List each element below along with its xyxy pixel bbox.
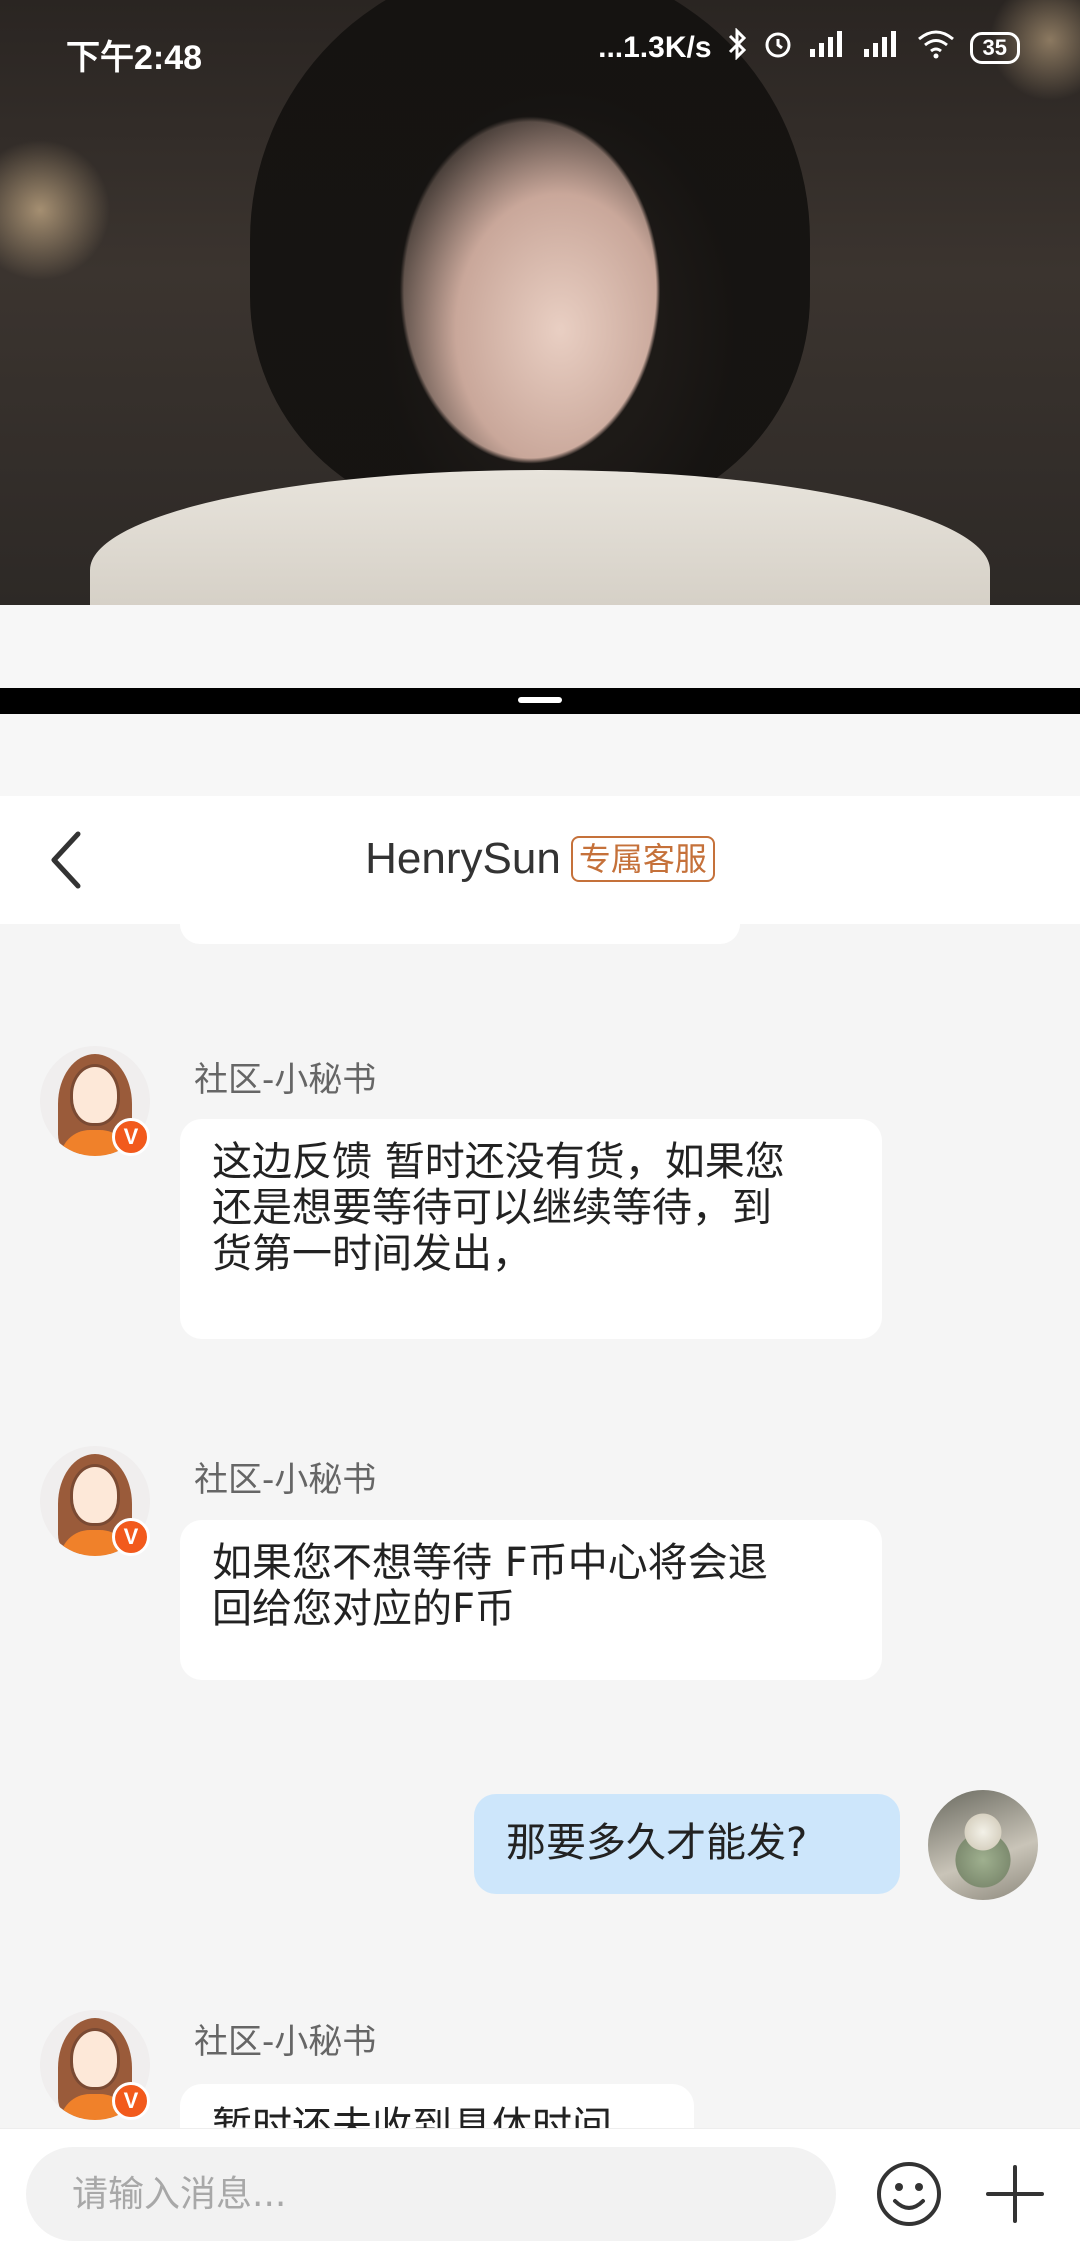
message-line: 这边反馈 暂时还没有货，如果您 [212, 1139, 785, 1185]
signal-icon [862, 29, 902, 67]
wifi-icon [916, 29, 956, 67]
message-list[interactable]: V 社区-小秘书 这边反馈 暂时还没有货，如果您 还是想要等待可以继续等待，到 … [0, 924, 1080, 2128]
message-line: 货第一时间发出， [212, 1231, 532, 1277]
sender-name: 社区-小秘书 [194, 1060, 377, 1100]
bluetooth-icon [726, 27, 748, 68]
message-bubble[interactable]: 这边反馈 暂时还没有货，如果您 还是想要等待可以继续等待，到 货第一时间发出， [180, 1119, 882, 1339]
video-controls-band [0, 605, 1080, 688]
message-bubble[interactable]: 如果您不想等待 F币中心将会退 回给您对应的F币 [180, 1520, 882, 1680]
message-line: 那要多久才能发? [506, 1820, 808, 1866]
message-input[interactable] [72, 2173, 792, 2215]
message-line: 回给您对应的F币 [212, 1586, 516, 1632]
video-subject-robe [90, 470, 990, 605]
signal-hd-icon [808, 29, 848, 67]
battery-indicator: 35 [969, 32, 1020, 64]
service-tag: 专属客服 [570, 836, 715, 882]
chat-title: HenrySun 专属客服 [0, 834, 1080, 884]
network-speed: ...1.3K/s [598, 31, 712, 64]
v-badge: V [112, 1518, 150, 1556]
message-input-wrapper[interactable] [26, 2147, 836, 2241]
message-bubble[interactable]: 暂时还未收到具体时间 [180, 2084, 694, 2128]
alarm-icon [762, 28, 794, 68]
my-message-bubble[interactable]: 那要多久才能发? [474, 1794, 900, 1894]
message-line: 还是想要等待可以继续等待，到 [212, 1185, 772, 1231]
split-drag-handle[interactable] [518, 697, 562, 703]
message-line: 暂时还未收到具体时间 [212, 2104, 612, 2128]
my-avatar[interactable] [928, 1790, 1038, 1900]
plus-icon [986, 2165, 1044, 2223]
sender-name: 社区-小秘书 [194, 2022, 377, 2062]
status-bar: 下午2:48 ...1.3K/s 35 [0, 0, 1080, 100]
status-time: 下午2:48 [66, 39, 203, 77]
app-top-spacer [0, 714, 1080, 796]
status-icons: ...1.3K/s 35 [598, 27, 1020, 68]
v-badge: V [112, 2082, 150, 2120]
smiley-icon [877, 2162, 941, 2226]
message-line: 如果您不想等待 F币中心将会退 [212, 1540, 768, 1586]
more-options-button[interactable] [980, 2159, 1050, 2229]
sender-name: 社区-小秘书 [194, 1460, 377, 1500]
contact-name: HenrySun [365, 834, 561, 883]
clipped-message-bubble [180, 924, 740, 944]
input-bar [0, 2128, 1080, 2260]
split-screen-divider[interactable] [0, 688, 1080, 714]
v-badge: V [112, 1118, 150, 1156]
emoji-button[interactable] [874, 2159, 944, 2229]
chat-header: HenrySun 专属客服 [0, 796, 1080, 924]
